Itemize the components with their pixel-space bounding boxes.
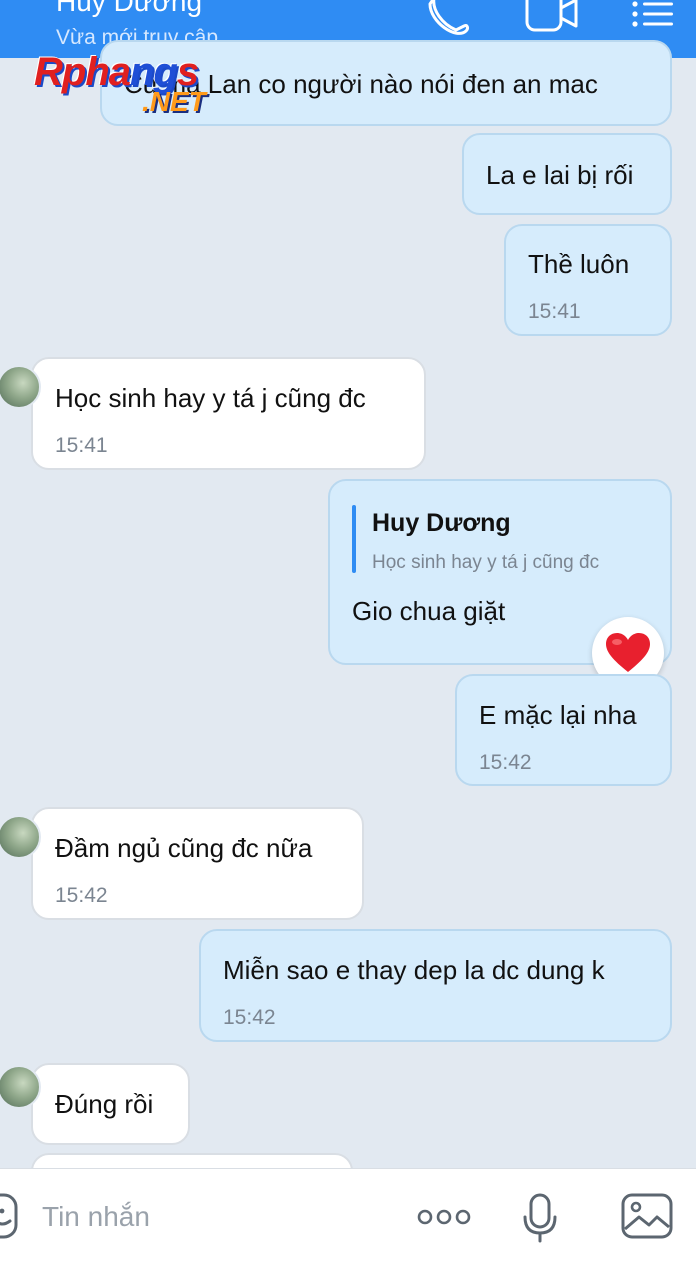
message-text: Thề luôn [528, 249, 630, 279]
message-text: E mặc lại nha [479, 700, 637, 730]
phone-icon[interactable] [428, 0, 474, 40]
message-text: Gio chua giặt [352, 596, 506, 626]
quote-author: Huy Dương [372, 509, 511, 537]
avatar[interactable] [0, 815, 41, 859]
microphone-icon[interactable] [522, 1193, 558, 1243]
sticker-icon[interactable] [0, 1193, 20, 1241]
message-time: 15:42 [479, 751, 532, 774]
message-text: Đầm ngủ cũng đc nữa [55, 833, 313, 863]
watermark-subtext: .NET [142, 86, 206, 117]
message-text: Miễn sao e thay dep la dc dung k [223, 955, 605, 985]
heart-icon [606, 633, 650, 672]
message-bubble-incoming[interactable]: Đúng rồi [0, 1063, 190, 1145]
message-composer: Tin nhắn [0, 1168, 696, 1265]
message-bubble-outgoing[interactable]: Thề luôn 15:41 [504, 224, 672, 336]
watermark-logo: Rphangs .NET [34, 50, 244, 122]
video-call-icon[interactable] [524, 0, 580, 36]
message-time: 15:41 [55, 434, 108, 457]
menu-icon[interactable] [630, 0, 676, 34]
image-icon[interactable] [621, 1193, 673, 1239]
message-time: 15:41 [528, 300, 581, 323]
message-input[interactable]: Tin nhắn [42, 1201, 150, 1233]
message-text: La e lai bị rối [486, 160, 634, 190]
message-bubble-incoming[interactable]: Đầm ngủ cũng đc nữa 15:42 [0, 807, 364, 920]
quote-bar [352, 505, 356, 573]
more-icon[interactable] [417, 1208, 471, 1226]
message-text: Học sinh hay y tá j cũng đc [55, 383, 366, 413]
message-bubble-outgoing[interactable]: Miễn sao e thay dep la dc dung k 15:42 [199, 929, 672, 1042]
quote-text: Học sinh hay y tá j cũng đc [372, 552, 600, 573]
message-bubble-outgoing[interactable]: La e lai bị rối [462, 133, 672, 215]
contact-name[interactable]: Huy Dương [56, 0, 202, 18]
message-time: 15:42 [223, 1006, 276, 1029]
message-bubble-outgoing[interactable]: E mặc lại nha 15:42 [455, 674, 672, 786]
avatar[interactable] [0, 1065, 41, 1109]
message-bubble-incoming[interactable]: Học sinh hay y tá j cũng đc 15:41 [0, 357, 426, 470]
avatar[interactable] [0, 365, 41, 409]
message-text: Đúng rồi [55, 1089, 154, 1119]
message-time: 15:42 [55, 884, 108, 907]
